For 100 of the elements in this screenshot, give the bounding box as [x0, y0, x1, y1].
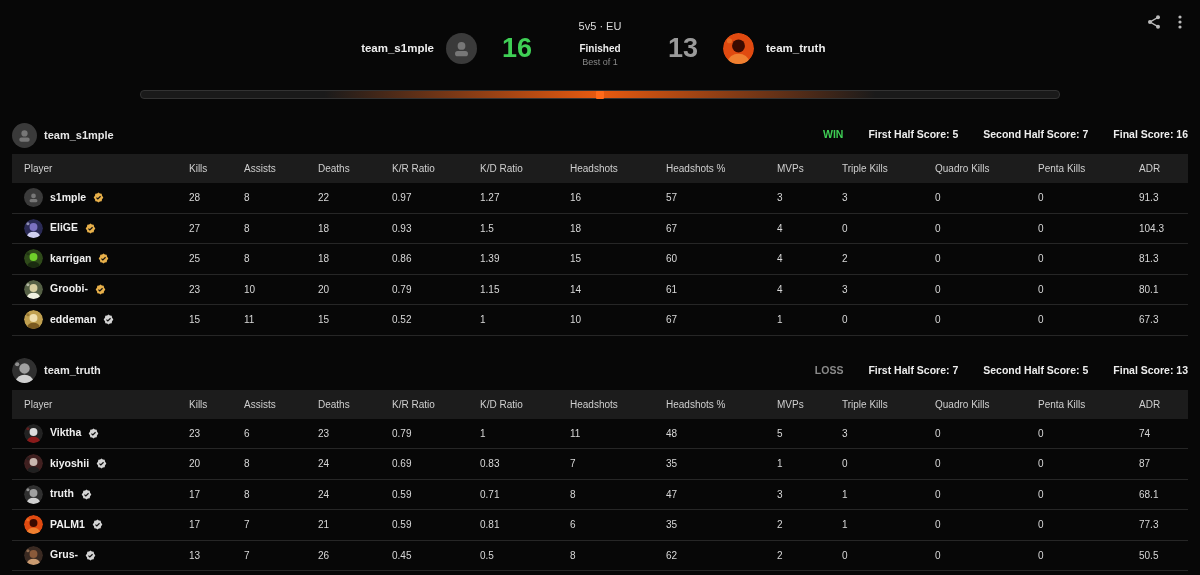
column-header: Headshots: [570, 162, 619, 176]
table-cell-text: 7: [244, 548, 251, 563]
table-cell-text: 8: [570, 548, 577, 563]
table-cell-text: 0: [1038, 252, 1045, 267]
table-cell-text: 0.69: [392, 457, 413, 472]
table-cell-text: 1: [777, 313, 784, 328]
player-name[interactable]: karrigan: [50, 250, 92, 267]
column-header: K/R Ratio: [392, 397, 436, 412]
column-header: Assists: [244, 162, 277, 176]
table-cell-text: 62: [666, 548, 679, 563]
table-cell-text: 50.5: [1139, 548, 1160, 563]
table-cell-text: 27: [189, 221, 202, 236]
player-name[interactable]: PALM1: [50, 516, 85, 533]
table-cell-text: 48: [666, 426, 679, 441]
table-cell-text: 0.59: [392, 518, 413, 533]
table-cell-text: 0: [1038, 221, 1045, 236]
match-format: Best of 1: [582, 55, 618, 69]
match-status: Finished: [579, 41, 621, 56]
table-cell-text: 47: [666, 487, 679, 502]
player-name[interactable]: Grus-: [50, 547, 78, 564]
table-cell-text: 16: [570, 191, 583, 206]
table-cell-text: 67: [666, 313, 679, 328]
table-cell-text: 0.79: [392, 426, 413, 441]
table-cell-text: 23: [318, 426, 331, 441]
column-header: Penta Kills: [1038, 397, 1087, 412]
table-cell-text: 0.45: [392, 548, 413, 563]
table-cell-text: 7: [244, 518, 251, 533]
table-cell-text: 91.3: [1139, 191, 1160, 206]
final-score: Final Score: 16: [1113, 127, 1188, 143]
table-cell-text: 87: [1139, 457, 1152, 472]
table-cell-text: 0: [935, 221, 942, 236]
column-header: Headshots %: [666, 162, 727, 176]
table-cell-text: 80.1: [1139, 282, 1160, 297]
table-cell-text: 61: [666, 282, 679, 297]
final-score: Final Score: 13: [1113, 362, 1188, 378]
table-cell-text: 8: [570, 487, 577, 502]
team-score: 13: [666, 32, 699, 66]
table-cell-text: 74: [1139, 426, 1152, 441]
column-header: K/D Ratio: [480, 162, 524, 176]
table-cell-text: 18: [570, 221, 583, 236]
first-half-score: First Half Score: 7: [868, 362, 959, 378]
column-header: Quadro Kills: [935, 162, 991, 176]
table-cell-text: 15: [189, 313, 202, 328]
team-score: 16: [500, 32, 533, 66]
table-cell-text: 23: [189, 282, 202, 297]
table-cell-text: 0.81: [480, 518, 501, 533]
player-name[interactable]: Groobi-: [50, 281, 88, 298]
avatar-placeholder-icon: [446, 33, 477, 64]
player-name[interactable]: s1mple: [50, 189, 87, 206]
team-name: team_s1mple: [361, 40, 434, 56]
table-cell-text: 1: [480, 426, 487, 441]
table-cell-text: 0.93: [392, 221, 413, 236]
table-cell-text: 3: [842, 282, 849, 297]
table-cell-text: 1.15: [480, 282, 501, 297]
player-name[interactable]: eddeman: [50, 311, 97, 328]
table-cell-text: 67.3: [1139, 313, 1160, 328]
table-cell-text: 13: [189, 548, 202, 563]
table-cell-text: 20: [318, 282, 331, 297]
table-cell-text: 0: [842, 221, 849, 236]
table-cell-text: 3: [777, 487, 784, 502]
table-cell-text: 0: [935, 191, 942, 206]
column-header: Assists: [244, 397, 277, 412]
match-mode: 5v5 · EU: [578, 19, 622, 34]
column-header: Kills: [189, 397, 209, 412]
share-icon[interactable]: [1146, 14, 1162, 30]
table-cell-text: 8: [244, 457, 251, 472]
table-cell-text: 1: [842, 487, 849, 502]
table-cell-text: 15: [570, 252, 583, 267]
table-cell-text: 0: [935, 457, 942, 472]
table-cell-text: 10: [244, 282, 257, 297]
more-menu-icon[interactable]: [1178, 15, 1182, 29]
table-cell-text: 0: [842, 457, 849, 472]
table-cell-text: 0: [935, 426, 942, 441]
table-cell-text: 0.52: [392, 313, 413, 328]
table-cell-text: 17: [189, 518, 202, 533]
table-cell-text: 1.27: [480, 191, 501, 206]
table-cell-text: 21: [318, 518, 331, 533]
table-cell-text: 28: [189, 191, 202, 206]
table-cell-text: 77.3: [1139, 518, 1160, 533]
table-cell-text: 5: [777, 426, 784, 441]
table-cell-text: 104.3: [1139, 221, 1166, 236]
first-half-score: First Half Score: 5: [868, 127, 959, 143]
table-cell-text: 8: [244, 252, 251, 267]
second-half-score: Second Half Score: 5: [983, 362, 1089, 378]
table-cell-text: 0: [935, 313, 942, 328]
player-name[interactable]: truth: [50, 486, 74, 503]
player-name[interactable]: Viktha: [50, 425, 82, 442]
player-name[interactable]: EliGE: [50, 220, 78, 237]
table-cell-text: 0.79: [392, 282, 413, 297]
table-cell-text: 0: [1038, 548, 1045, 563]
table-cell-text: 23: [189, 426, 202, 441]
table-cell-text: 0: [935, 282, 942, 297]
column-header: Headshots: [570, 397, 619, 412]
table-cell-text: 4: [777, 221, 784, 236]
match-result: WIN: [822, 127, 844, 143]
column-header: ADR: [1139, 162, 1162, 176]
second-half-score: Second Half Score: 7: [983, 127, 1089, 143]
table-cell-text: 1.5: [480, 221, 495, 236]
table-cell-text: 0.5: [480, 548, 495, 563]
player-name[interactable]: kiyoshii: [50, 455, 90, 472]
